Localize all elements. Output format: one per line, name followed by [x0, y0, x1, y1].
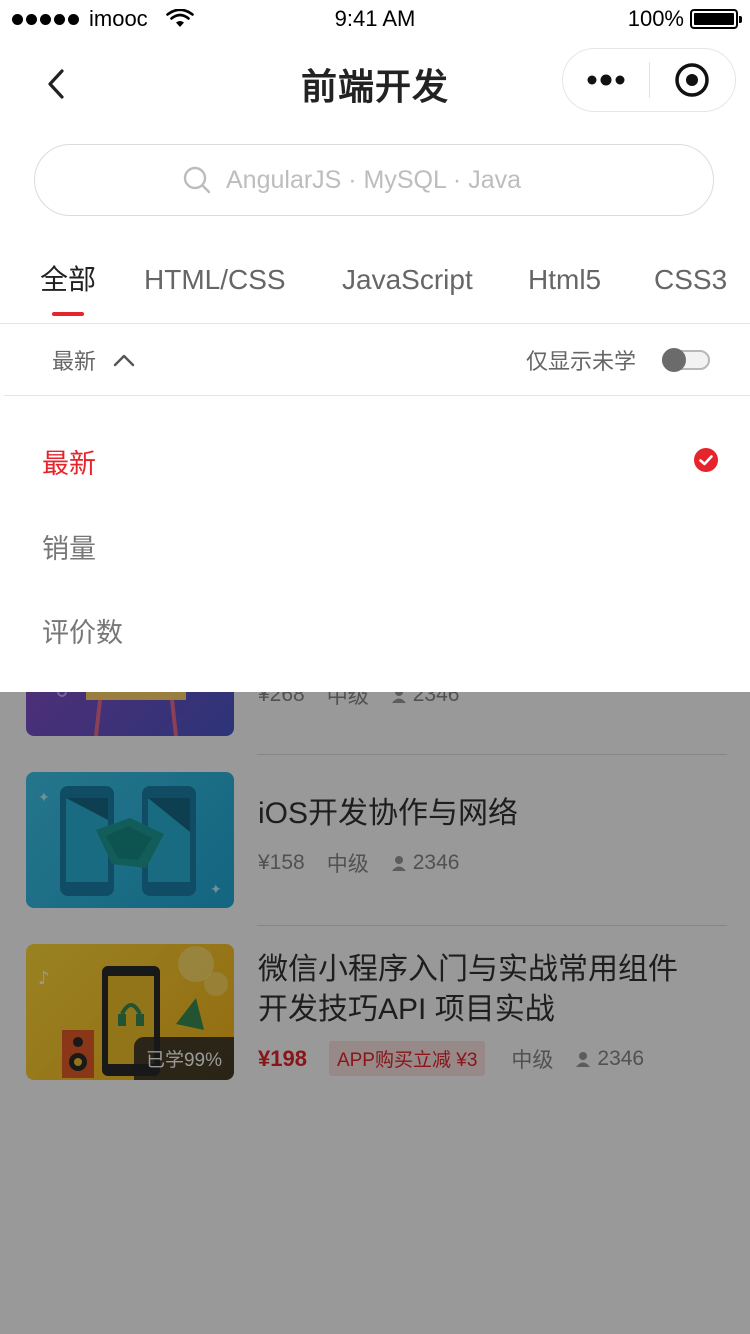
- search-icon: [183, 166, 211, 194]
- sort-current-label: 最新: [52, 349, 97, 374]
- battery-icon: [690, 9, 742, 29]
- course-level: 中级: [326, 853, 369, 876]
- sort-option-reviews[interactable]: 评价数: [42, 611, 123, 650]
- course-students: 2346: [412, 692, 460, 706]
- course-thumbnail[interactable]: ✦ ✦: [26, 772, 234, 908]
- course-students: 2346: [412, 851, 460, 874]
- tab-all[interactable]: 全部: [40, 250, 97, 316]
- search-bar[interactable]: [34, 144, 714, 216]
- tab-label: Html5: [528, 264, 602, 295]
- close-button[interactable]: [650, 48, 736, 112]
- mini-program-capsule: [562, 48, 736, 112]
- sort-dropdown-trigger[interactable]: 最新: [52, 344, 136, 376]
- category-tabs: 全部 HTML/CSS JavaScript Html5 CSS3: [0, 250, 750, 324]
- tab-active-indicator: [52, 312, 84, 316]
- row-divider: [257, 925, 727, 926]
- check-icon: [694, 448, 718, 472]
- course-meta: ¥158 中级 2346: [258, 848, 459, 878]
- course-title[interactable]: iOS开发协作与网络: [258, 794, 518, 834]
- unlearned-only-toggle[interactable]: [662, 348, 710, 372]
- sort-dropdown-menu: 最新 销量 评价数: [0, 396, 750, 692]
- svg-text:✦: ✦: [210, 882, 222, 898]
- target-circle-icon: [675, 63, 709, 97]
- more-button[interactable]: [563, 48, 649, 112]
- user-icon: [391, 856, 406, 871]
- promo-tag: APP购买立减 ¥3: [328, 1041, 486, 1076]
- course-level: 中级: [511, 1048, 554, 1072]
- handshake-phones-illustration: ✦ ✦: [38, 786, 222, 898]
- user-icon: [391, 692, 406, 703]
- tab-label: JavaScript: [342, 264, 473, 295]
- tab-javascript[interactable]: JavaScript: [342, 250, 473, 310]
- status-right: 100%: [627, 6, 742, 32]
- tab-label: HTML/CSS: [144, 264, 286, 295]
- course-title-line2[interactable]: 开发技巧API 项目实战: [258, 990, 555, 1030]
- sort-option-sales[interactable]: 销量: [42, 527, 96, 566]
- chevron-up-icon: [113, 354, 135, 367]
- user-icon: [576, 1051, 591, 1067]
- toggle-knob: [662, 348, 686, 372]
- course-price: ¥158: [258, 851, 305, 874]
- tab-html-css[interactable]: HTML/CSS: [144, 250, 286, 310]
- course-meta: ¥268 中级 2346: [258, 692, 459, 710]
- nav-bar: 前端开发: [0, 40, 750, 128]
- course-thumbnail[interactable]: ♪ 已学99%: [26, 944, 234, 1080]
- easel-illustration: [57, 692, 186, 736]
- more-dots-icon: [587, 74, 625, 86]
- tab-css3[interactable]: CSS3: [654, 250, 727, 310]
- svg-text:♪: ♪: [38, 968, 50, 989]
- course-level: 中级: [326, 692, 369, 708]
- course-price: ¥268: [258, 692, 305, 706]
- course-meta: ¥198 APP购买立减 ¥3 中级 2346: [258, 1041, 644, 1076]
- sort-option-newest[interactable]: 最新: [42, 442, 96, 481]
- tab-label: 全部: [40, 264, 97, 295]
- row-divider: [257, 754, 727, 755]
- course-thumbnail[interactable]: [26, 692, 234, 736]
- course-list: ¥268 中级 2346 ✦ ✦ iOS开发协作与网络 ¥158 中级 2346: [0, 692, 750, 1334]
- search-input[interactable]: [226, 165, 566, 195]
- course-title-line1[interactable]: 微信小程序入门与实战常用组件: [258, 950, 678, 990]
- battery-percent: 100%: [627, 6, 684, 31]
- tab-label: CSS3: [654, 264, 728, 295]
- course-price: ¥198: [258, 1045, 307, 1071]
- course-students: 2346: [597, 1046, 645, 1070]
- svg-text:✦: ✦: [38, 790, 50, 806]
- tab-html5[interactable]: Html5: [528, 250, 601, 310]
- sort-bar: 最新 仅显示未学: [0, 324, 750, 396]
- progress-badge: 已学99%: [133, 1037, 234, 1080]
- status-bar: imooc 9:41 AM 100%: [0, 0, 750, 40]
- unlearned-only-label: 仅显示未学: [526, 349, 637, 374]
